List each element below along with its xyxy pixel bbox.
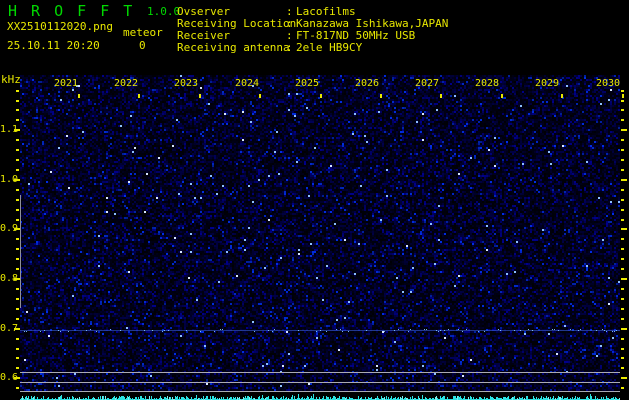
- x-tick-label: 2026: [355, 78, 379, 89]
- tick-mark: [16, 268, 19, 270]
- tick-mark: [138, 94, 140, 98]
- tick-mark: [16, 288, 19, 290]
- tick-mark: [16, 189, 19, 191]
- tick-mark: [621, 298, 624, 300]
- tick-mark: [561, 94, 563, 98]
- tick-mark: [14, 228, 20, 230]
- tick-mark: [621, 179, 627, 181]
- tick-mark: [621, 258, 624, 260]
- info-label-antenna: Receiving antenna: [177, 42, 290, 54]
- tick-mark: [621, 90, 624, 92]
- x-tick-label: 2030: [596, 78, 620, 89]
- tick-mark: [16, 219, 19, 221]
- tick-mark: [16, 318, 19, 320]
- info-separator: :: [286, 42, 293, 54]
- tick-mark: [621, 169, 624, 171]
- tick-mark: [78, 94, 80, 98]
- tick-mark: [621, 387, 624, 389]
- tick-mark: [621, 119, 624, 121]
- tick-mark: [621, 238, 624, 240]
- tick-mark: [380, 94, 382, 98]
- tick-mark: [16, 149, 19, 151]
- tick-mark: [14, 179, 20, 181]
- tick-mark: [621, 149, 624, 151]
- x-tick-label: 2024: [235, 78, 259, 89]
- y-axis-unit-label: kHz: [1, 74, 21, 86]
- spectrogram-canvas: [20, 75, 620, 392]
- x-tick-label: 2029: [535, 78, 559, 89]
- x-tick-label: 2022: [114, 78, 138, 89]
- tick-mark: [621, 268, 624, 270]
- tick-mark: [16, 248, 19, 250]
- tick-mark: [621, 328, 627, 330]
- x-tick-label: 2028: [475, 78, 499, 89]
- x-tick-label: 2021: [54, 78, 78, 89]
- tick-mark: [621, 288, 624, 290]
- tick-mark: [16, 159, 19, 161]
- tick-mark: [621, 278, 627, 280]
- tick-mark: [16, 169, 19, 171]
- tick-mark: [16, 348, 19, 350]
- tick-mark: [621, 318, 624, 320]
- output-filename: XX2510112020.png: [7, 21, 113, 33]
- x-tick-label: 2023: [174, 78, 198, 89]
- info-value-antenna: 2ele HB9CY: [296, 42, 362, 54]
- timestamp-label: 25.10.11 20:20: [7, 40, 100, 52]
- tick-mark: [16, 308, 19, 310]
- meteor-count: 0: [139, 40, 146, 52]
- tick-mark: [621, 308, 624, 310]
- tick-mark: [621, 159, 624, 161]
- tick-mark: [621, 209, 624, 211]
- tick-mark: [501, 94, 503, 98]
- tick-mark: [16, 238, 19, 240]
- app-version: 1.0.0: [147, 6, 180, 18]
- tick-mark: [16, 139, 19, 141]
- tick-mark: [621, 377, 627, 379]
- tick-mark: [14, 377, 20, 379]
- tick-mark: [16, 387, 19, 389]
- tick-mark: [440, 94, 442, 98]
- tick-mark: [16, 119, 19, 121]
- tick-mark: [16, 298, 19, 300]
- tick-mark: [14, 278, 20, 280]
- tick-mark: [16, 90, 19, 92]
- tick-mark: [16, 209, 19, 211]
- tick-mark: [16, 199, 19, 201]
- tick-mark: [621, 219, 624, 221]
- tick-mark: [621, 129, 627, 131]
- app-title: H R O F F T: [8, 3, 135, 19]
- tick-mark: [621, 100, 624, 102]
- tick-mark: [14, 328, 20, 330]
- tick-mark: [16, 100, 19, 102]
- tick-mark: [621, 139, 624, 141]
- tick-mark: [621, 338, 624, 340]
- tick-mark: [16, 338, 19, 340]
- signal-level-trace-canvas: [20, 393, 620, 400]
- tick-mark: [621, 367, 624, 369]
- tick-mark: [622, 94, 624, 98]
- mode-label: meteor: [123, 27, 163, 39]
- tick-mark: [320, 94, 322, 98]
- tick-mark: [621, 109, 624, 111]
- tick-mark: [621, 357, 624, 359]
- tick-mark: [259, 94, 261, 98]
- tick-mark: [199, 94, 201, 98]
- tick-mark: [16, 367, 19, 369]
- tick-mark: [16, 109, 19, 111]
- tick-mark: [621, 189, 624, 191]
- hrofft-window: H R O F F T 1.0.0 XX2510112020.png meteo…: [0, 0, 629, 400]
- x-tick-label: 2027: [415, 78, 439, 89]
- x-tick-label: 2025: [295, 78, 319, 89]
- tick-mark: [621, 228, 627, 230]
- tick-mark: [621, 348, 624, 350]
- tick-mark: [16, 258, 19, 260]
- tick-mark: [621, 248, 624, 250]
- tick-mark: [621, 199, 624, 201]
- tick-mark: [14, 129, 20, 131]
- tick-mark: [16, 357, 19, 359]
